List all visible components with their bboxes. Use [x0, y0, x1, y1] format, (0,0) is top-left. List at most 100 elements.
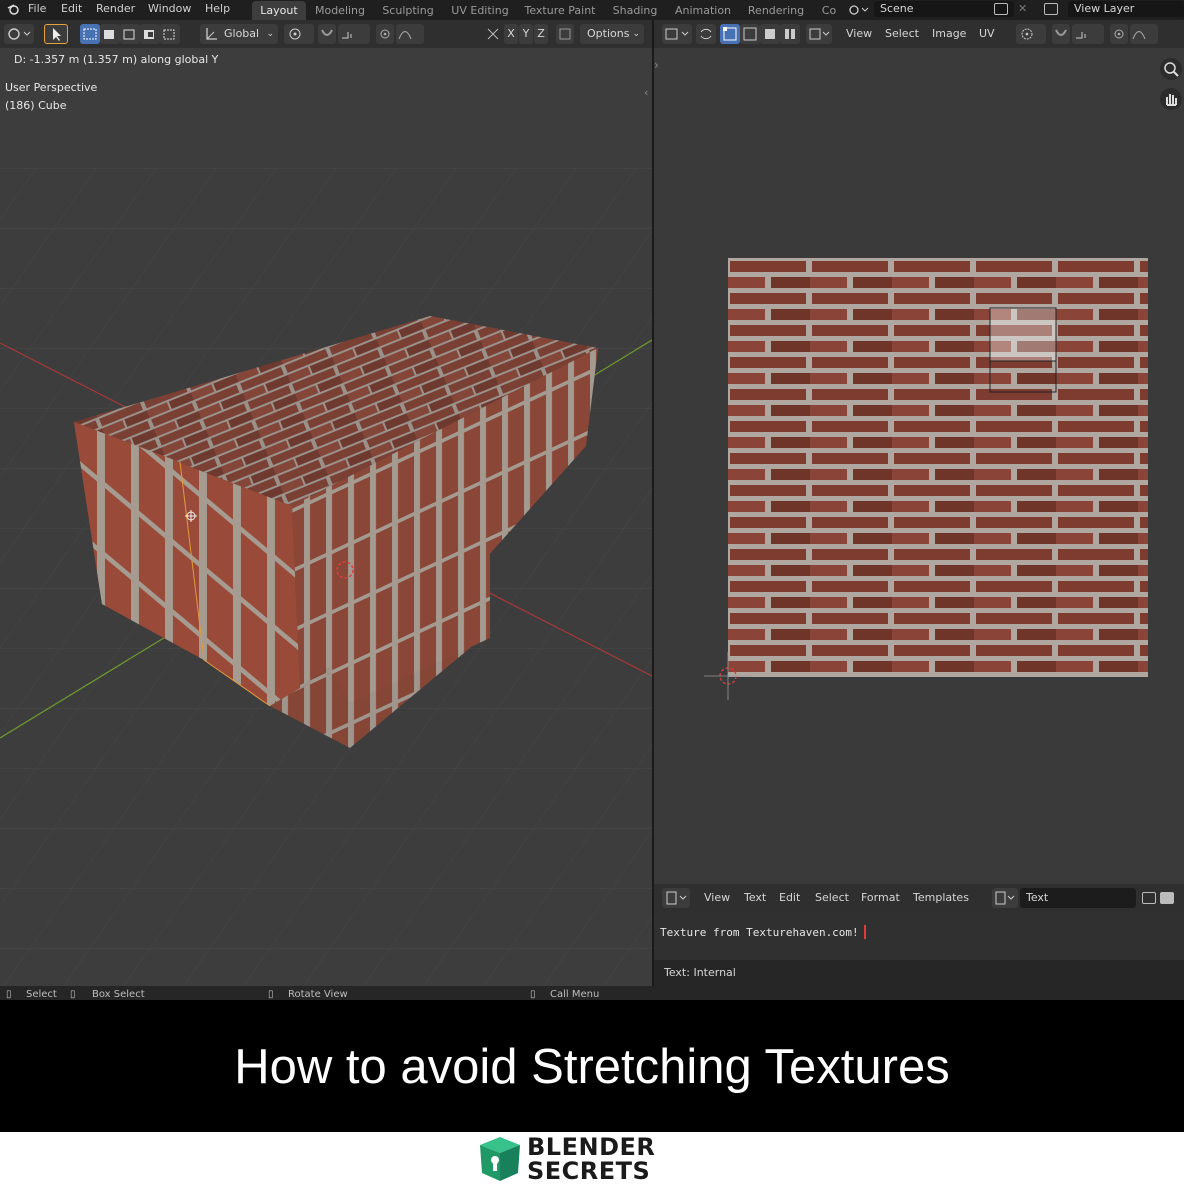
uv-menu-view[interactable]: View — [846, 24, 872, 44]
uv-falloff-dropdown[interactable] — [1130, 24, 1158, 44]
auto-merge-icon[interactable] — [556, 24, 574, 44]
face-select-button[interactable] — [760, 24, 780, 44]
tab-compositing[interactable]: Co — [816, 1, 842, 20]
menu-window[interactable]: Window — [148, 0, 191, 18]
uv-menu-uv[interactable]: UV — [979, 24, 995, 44]
uv-snap-icon[interactable] — [1052, 24, 1070, 44]
chevron-down-icon: ⌄ — [632, 29, 640, 39]
new-text-icon[interactable] — [1142, 892, 1156, 904]
options-label: Options — [587, 27, 630, 40]
select-mode-intersect-button[interactable] — [160, 24, 180, 44]
view-layer-name: View Layer — [1074, 2, 1135, 15]
select-tool-button[interactable] — [44, 24, 68, 44]
transform-orientation-dropdown[interactable]: Global ⌄ — [200, 24, 278, 44]
viewport-header: Global ⌄ X Y Z Options ⌄ — [0, 20, 652, 48]
menu-help[interactable]: Help — [205, 0, 230, 18]
close-scene-icon[interactable]: ✕ — [1018, 0, 1027, 18]
zoom-icon[interactable] — [1160, 58, 1182, 80]
axis-y-toggle[interactable]: Y — [519, 24, 533, 44]
text-caret — [864, 925, 866, 939]
text-menu-edit[interactable]: Edit — [779, 888, 800, 908]
uv-editor-type-button[interactable] — [662, 24, 692, 44]
uv-image-view — [704, 258, 1148, 700]
uv-island-selected[interactable] — [989, 307, 1057, 362]
text-footer-label: Text: Internal — [664, 966, 736, 979]
select-mode-new-button[interactable] — [80, 24, 100, 44]
editor-type-button[interactable] — [4, 24, 34, 44]
view-layer-icon[interactable] — [1044, 3, 1058, 15]
select-mode-extend-button[interactable] — [100, 24, 120, 44]
caption-title: How to avoid Stretching Textures — [234, 1040, 950, 1094]
sync-selection-icon[interactable] — [696, 24, 716, 44]
mouse-middle-icon: ▯ — [268, 989, 274, 1000]
tab-texture-paint[interactable]: Texture Paint — [520, 1, 600, 20]
blender-logo-icon[interactable] — [6, 0, 20, 18]
text-menu-select[interactable]: Select — [815, 888, 849, 908]
sidebar-toggle-icon[interactable]: ‹ — [644, 86, 648, 99]
axis-x-toggle[interactable]: X — [504, 24, 518, 44]
mirror-options-icon[interactable] — [484, 24, 502, 44]
new-scene-icon[interactable] — [994, 3, 1008, 15]
text-menu-view[interactable]: View — [704, 888, 730, 908]
uv-menu-select[interactable]: Select — [885, 24, 919, 44]
sticky-selection-dropdown[interactable] — [806, 24, 832, 44]
toolbar-toggle-icon[interactable]: › — [654, 58, 659, 72]
open-folder-icon[interactable] — [1160, 892, 1174, 904]
scene-name: Scene — [880, 2, 914, 15]
mouse-right-icon: ▯ — [530, 989, 536, 1000]
text-editor-type-button[interactable] — [662, 888, 690, 908]
uv-editor[interactable]: › — [654, 48, 1184, 884]
axis-z-toggle[interactable]: Z — [534, 24, 548, 44]
proportional-edit-icon[interactable] — [376, 24, 394, 44]
pan-hand-icon[interactable] — [1160, 88, 1182, 110]
tab-shading[interactable]: Shading — [606, 1, 664, 20]
text-content[interactable]: Texture from Texturehaven.com! — [660, 926, 859, 939]
logo-line2: SECRETS — [527, 1157, 651, 1185]
status-bar: ▯ Select ▯ Box Select ▯ Rotate View ▯ Ca… — [0, 986, 1184, 1000]
scene-field[interactable]: Scene — [874, 1, 1014, 17]
viewport-scene — [0, 48, 652, 986]
status-rotate-view: Rotate View — [288, 989, 348, 1000]
status-call-menu: Call Menu — [550, 989, 600, 1000]
pivot-point-dropdown[interactable] — [284, 24, 314, 44]
text-editor-header: View Text Edit Select Format Templates T… — [654, 884, 1184, 912]
text-browse-icon[interactable] — [992, 888, 1018, 908]
uv-snap-element-dropdown[interactable] — [1072, 24, 1104, 44]
uv-pivot-dropdown[interactable] — [1016, 24, 1046, 44]
mouse-left-icon: ▯ — [6, 989, 12, 1000]
orientation-label: Global — [224, 27, 260, 40]
edge-select-button[interactable] — [740, 24, 760, 44]
menu-file[interactable]: File — [28, 0, 46, 18]
menu-edit[interactable]: Edit — [61, 0, 82, 18]
tab-animation[interactable]: Animation — [670, 1, 736, 20]
text-menu-format[interactable]: Format — [861, 888, 900, 908]
tab-sculpting[interactable]: Sculpting — [376, 1, 440, 20]
uv-editor-header: View Select Image UV — [654, 20, 1184, 48]
island-select-button[interactable] — [780, 24, 800, 44]
snap-toggle-icon[interactable] — [318, 24, 336, 44]
snap-element-dropdown[interactable] — [338, 24, 370, 44]
text-menu-text[interactable]: Text — [744, 888, 766, 908]
status-select: Select — [26, 989, 57, 1000]
status-box-select: Box Select — [92, 989, 145, 1000]
tab-uv-editing[interactable]: UV Editing — [446, 1, 514, 20]
falloff-dropdown[interactable] — [396, 24, 424, 44]
vertex-select-button[interactable] — [720, 24, 740, 44]
uv-menu-image[interactable]: Image — [932, 24, 966, 44]
uv-proportional-edit-icon[interactable] — [1110, 24, 1128, 44]
blender-secrets-logo-icon — [480, 1137, 520, 1181]
select-mode-subtract-button[interactable] — [120, 24, 140, 44]
tab-modeling[interactable]: Modeling — [310, 1, 370, 20]
text-menu-templates[interactable]: Templates — [913, 888, 969, 908]
select-mode-invert-button[interactable] — [140, 24, 160, 44]
scene-icon[interactable] — [848, 0, 870, 18]
view-layer-field[interactable]: View Layer — [1068, 1, 1184, 17]
text-datablock-field[interactable]: Text — [1020, 888, 1136, 908]
operator-info: D: -1.357 m (1.357 m) along global Y — [14, 53, 219, 66]
3d-viewport[interactable]: D: -1.357 m (1.357 m) along global Y Use… — [0, 48, 652, 986]
text-editor-body[interactable]: Texture from Texturehaven.com! — [654, 912, 1184, 960]
tab-layout[interactable]: Layout — [252, 1, 306, 20]
options-dropdown[interactable]: Options ⌄ — [580, 24, 644, 44]
tab-rendering[interactable]: Rendering — [742, 1, 810, 20]
menu-render[interactable]: Render — [96, 0, 135, 18]
